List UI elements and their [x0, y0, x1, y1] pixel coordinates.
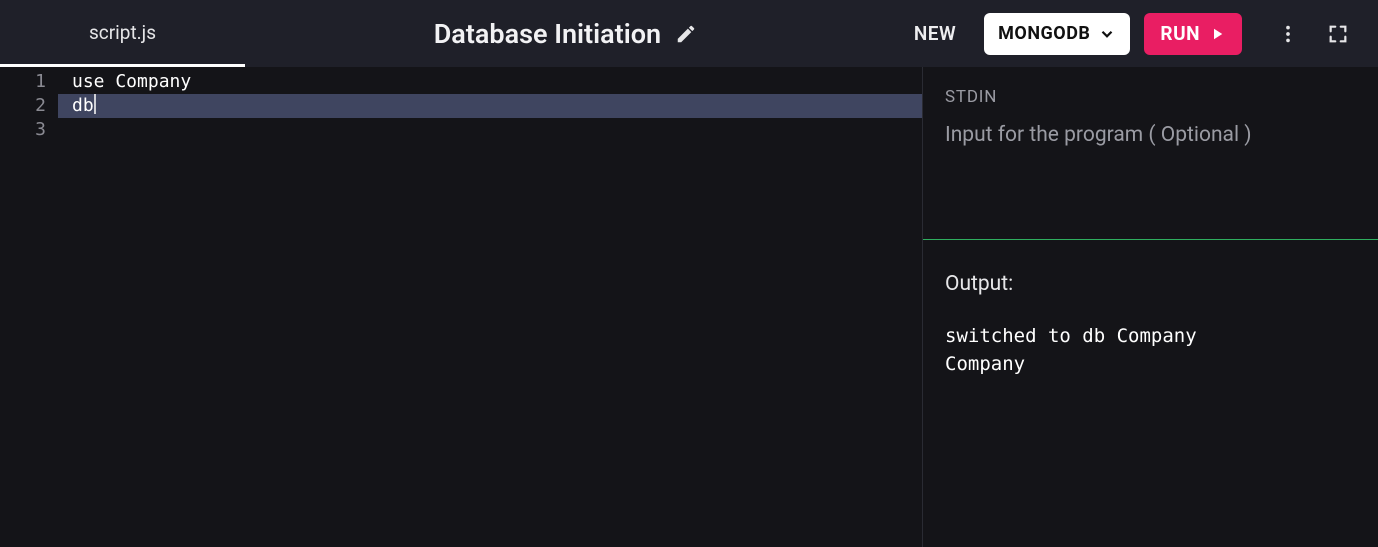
new-button[interactable]: NEW [886, 22, 984, 45]
output-section: Output: switched to db Company Company [923, 240, 1378, 410]
edit-icon[interactable] [675, 23, 697, 45]
toolbar: script.js Database Initiation NEW MONGOD… [0, 0, 1378, 67]
editor-pane: 123 use Companydb [0, 67, 922, 547]
file-tab[interactable]: script.js [0, 0, 245, 67]
language-select-label: MONGODB [998, 23, 1090, 44]
code-line[interactable]: db [58, 94, 922, 118]
stdin-section: STDIN [923, 67, 1378, 240]
new-button-label: NEW [914, 22, 956, 45]
code-line[interactable]: use Company [58, 70, 922, 94]
play-icon [1208, 25, 1226, 43]
fullscreen-button[interactable] [1316, 12, 1360, 56]
output-text: switched to db Company Company [945, 322, 1356, 378]
line-number-gutter: 123 [0, 67, 58, 142]
line-number: 2 [0, 94, 46, 118]
main-area: 123 use Companydb STDIN Output: switched… [0, 67, 1378, 547]
title-area: Database Initiation [245, 18, 886, 50]
output-label: Output: [945, 272, 1356, 296]
code-content[interactable]: use Companydb [58, 67, 922, 142]
stdin-input[interactable] [945, 123, 1356, 213]
language-select[interactable]: MONGODB [984, 13, 1130, 55]
text-cursor [94, 94, 96, 114]
page-title: Database Initiation [434, 18, 661, 50]
code-editor[interactable]: 123 use Companydb [0, 67, 922, 142]
chevron-down-icon [1098, 25, 1116, 43]
run-button-label: RUN [1160, 22, 1200, 45]
line-number: 3 [0, 118, 46, 142]
line-number: 1 [0, 70, 46, 94]
fullscreen-icon [1327, 23, 1349, 45]
file-tab-label: script.js [89, 21, 156, 44]
code-line[interactable] [58, 118, 922, 142]
stdin-label: STDIN [945, 87, 1356, 107]
io-pane: STDIN Output: switched to db Company Com… [922, 67, 1378, 547]
run-button[interactable]: RUN [1144, 13, 1242, 55]
more-menu-button[interactable] [1266, 12, 1310, 56]
more-vert-icon [1277, 23, 1299, 45]
